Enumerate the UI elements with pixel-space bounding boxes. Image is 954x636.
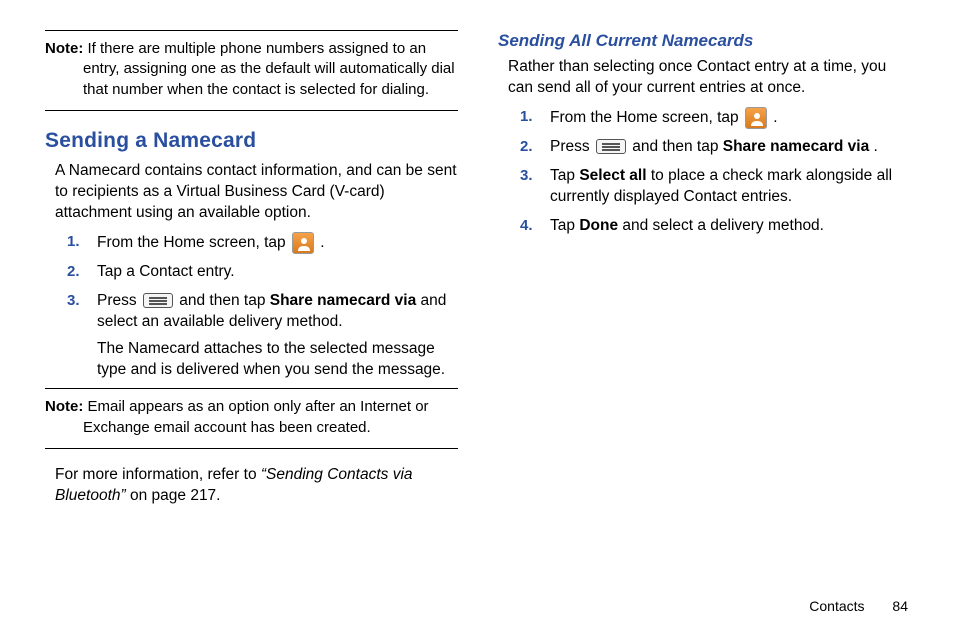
contacts-icon [292, 232, 314, 254]
step-number: 2. [520, 137, 533, 157]
step-item: 2. Tap a Contact entry. [45, 262, 458, 283]
note-label: Note: [45, 398, 83, 415]
step-item: 2. Press and then tap Share namecard via… [498, 137, 911, 158]
step-item: 3. Tap Select all to place a check mark … [498, 166, 911, 208]
step-text: and select a delivery method. [622, 217, 824, 234]
right-column: Sending All Current Namecards Rather tha… [498, 30, 911, 515]
heading-sending-all-namecards: Sending All Current Namecards [498, 30, 911, 53]
step-number: 1. [67, 232, 80, 252]
ref-pre: For more information, refer to [55, 466, 261, 483]
note-text: If there are multiple phone numbers assi… [83, 40, 455, 98]
steps-list-right: 1. From the Home screen, tap . 2. Press … [498, 107, 911, 237]
left-column: Note: If there are multiple phone number… [45, 30, 458, 515]
step-number: 3. [67, 291, 80, 311]
intro-paragraph: A Namecard contains contact information,… [55, 161, 458, 224]
step-text: . [773, 109, 777, 126]
step-item: 1. From the Home screen, tap . [45, 232, 458, 254]
step-text: and then tap [179, 292, 270, 309]
contacts-icon [745, 107, 767, 129]
step-text: . [874, 138, 878, 155]
step-item: 1. From the Home screen, tap . [498, 107, 911, 129]
menu-icon [596, 139, 626, 154]
step-item: 4. Tap Done and select a delivery method… [498, 216, 911, 237]
page-footer: Contacts 84 [809, 597, 908, 616]
step-number: 3. [520, 166, 533, 186]
step-text: Tap a Contact entry. [97, 262, 458, 283]
step-number: 2. [67, 262, 80, 282]
page-columns: Note: If there are multiple phone number… [0, 0, 954, 515]
note-block-1: Note: If there are multiple phone number… [45, 30, 458, 111]
step-text: Tap [550, 167, 579, 184]
step-item: 3. Press and then tap Share namecard via… [45, 291, 458, 381]
step-number: 1. [520, 107, 533, 127]
step-extra-text: The Namecard attaches to the selected me… [97, 339, 458, 381]
reference-paragraph: For more information, refer to “Sending … [55, 465, 458, 507]
note-text: Email appears as an option only after an… [83, 398, 429, 435]
step-text: Tap [550, 217, 579, 234]
step-text: From the Home screen, tap [550, 109, 743, 126]
step-text: . [320, 234, 324, 251]
heading-sending-namecard: Sending a Namecard [45, 127, 458, 155]
step-text: From the Home screen, tap [97, 234, 290, 251]
step-number: 4. [520, 216, 533, 236]
ref-post: on page 217. [130, 487, 221, 504]
step-bold: Share namecard via [723, 138, 869, 155]
note-label: Note: [45, 40, 83, 57]
footer-page-number: 84 [892, 598, 908, 614]
footer-section: Contacts [809, 598, 864, 614]
step-bold: Select all [579, 167, 646, 184]
note-block-2: Note: Email appears as an option only af… [45, 388, 458, 449]
step-bold: Share namecard via [270, 292, 416, 309]
steps-list-left: 1. From the Home screen, tap . 2. Tap a … [45, 232, 458, 381]
step-text: Press [550, 138, 594, 155]
menu-icon [143, 293, 173, 308]
step-text: and then tap [632, 138, 723, 155]
intro-paragraph: Rather than selecting once Contact entry… [508, 57, 911, 99]
step-bold: Done [579, 217, 618, 234]
step-text: Press [97, 292, 141, 309]
